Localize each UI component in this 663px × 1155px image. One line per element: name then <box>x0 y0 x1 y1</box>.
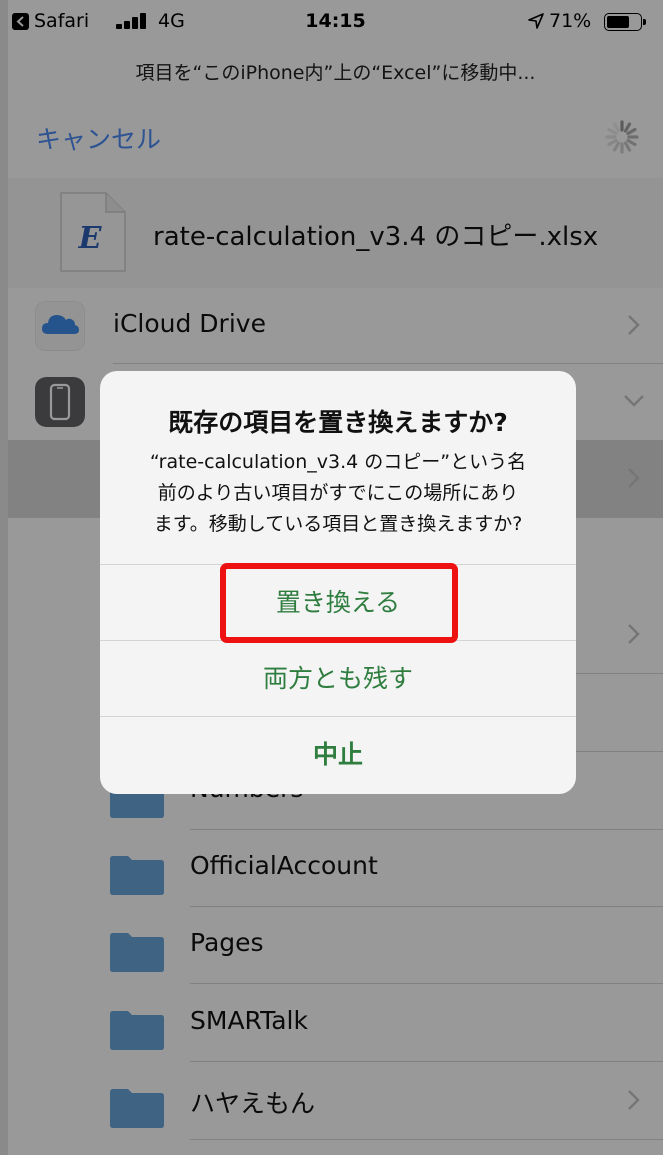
screen: Safari 4G 14:15 71% 項目を“このiPhone内”上の“Exc… <box>8 0 663 1155</box>
stop-button[interactable]: 中止 <box>100 716 576 794</box>
alert-message-line: 前のより古い項目がすでにこの場所にあり <box>157 482 519 504</box>
keep-both-button[interactable]: 両方とも残す <box>100 640 576 716</box>
alert-message-line: “rate-calculation_v3.4 のコピー”という名 <box>149 451 527 473</box>
alert-title: 既存の項目を置き換えますか? <box>168 408 508 437</box>
alert-message-line: ます。移動している項目と置き換えますか? <box>153 513 523 535</box>
alert-message: “rate-calculation_v3.4 のコピー”という名 前のより古い項… <box>128 447 548 540</box>
replace-button-highlight <box>220 563 458 643</box>
